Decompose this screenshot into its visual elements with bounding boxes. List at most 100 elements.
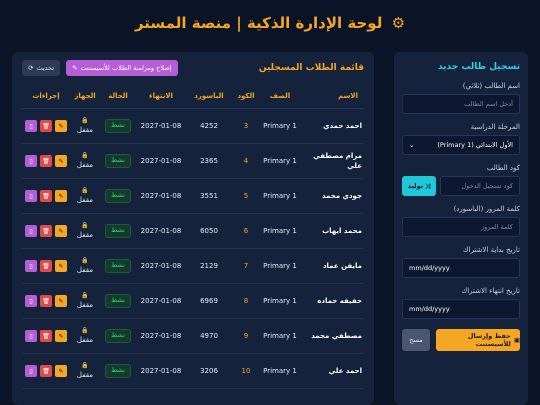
code-input[interactable]: كود تسجيل الدخول bbox=[440, 176, 520, 196]
device-cell: 🔒 مقفل bbox=[70, 108, 100, 144]
name-label: اسم الطالب (ثلاثي) bbox=[462, 82, 520, 90]
grade-select[interactable]: الأول الابتدائي (Primary 1) ⌄ bbox=[402, 135, 520, 155]
device-icon[interactable]: ▯ bbox=[25, 330, 37, 342]
status-badge: نشط bbox=[105, 189, 131, 203]
name-input[interactable]: أدخل اسم الطالب bbox=[402, 94, 520, 114]
column-header: الحالة bbox=[100, 88, 136, 109]
status-cell: نشط bbox=[100, 318, 136, 354]
fix-sync-button[interactable]: ✎ إصلاح ومزامنة الطلاب للأسيستنت bbox=[66, 60, 178, 76]
student-password: 3206 bbox=[186, 353, 232, 389]
column-header: الجهاز bbox=[70, 88, 100, 109]
trash-icon[interactable]: 🗑 bbox=[40, 155, 52, 167]
actions-cell: ▯ 🗑 ✎ bbox=[22, 178, 70, 214]
status-badge: نشط bbox=[105, 294, 131, 308]
edit-icon[interactable]: ✎ bbox=[55, 295, 67, 307]
lock-icon: 🔒 bbox=[81, 362, 89, 370]
status-badge: نشط bbox=[105, 329, 131, 343]
actions-cell: ▯ 🗑 ✎ bbox=[22, 318, 70, 354]
student-password: 6050 bbox=[186, 213, 232, 249]
student-grade: Primary 1 bbox=[260, 143, 300, 179]
column-header: إجراءات bbox=[22, 88, 70, 109]
trash-icon[interactable]: 🗑 bbox=[40, 330, 52, 342]
table-row: حفيفه حماده Primary 1 8 6969 2027-01-08 … bbox=[22, 283, 364, 319]
student-grade: Primary 1 bbox=[260, 213, 300, 249]
student-code: 6 bbox=[232, 213, 260, 249]
status-cell: نشط bbox=[100, 283, 136, 319]
end-date-input[interactable]: mm/dd/yyyy bbox=[402, 299, 520, 319]
student-grade: Primary 1 bbox=[260, 353, 300, 389]
device-icon[interactable]: ▯ bbox=[25, 260, 37, 272]
student-expiry: 2027-01-08 bbox=[136, 283, 186, 319]
grade-field: المرحلة الدراسية الأول الابتدائي (Primar… bbox=[402, 123, 520, 155]
student-password: 4970 bbox=[186, 318, 232, 354]
start-date-input[interactable]: mm/dd/yyyy bbox=[402, 258, 520, 278]
device-icon[interactable]: ▯ bbox=[25, 155, 37, 167]
device-status: مقفل bbox=[76, 161, 94, 170]
device-icon[interactable]: ▯ bbox=[25, 120, 37, 132]
device-icon[interactable]: ▯ bbox=[25, 190, 37, 202]
trash-icon[interactable]: 🗑 bbox=[40, 365, 52, 377]
edit-icon[interactable]: ✎ bbox=[55, 260, 67, 272]
status-cell: نشط bbox=[100, 178, 136, 214]
student-expiry: 2027-01-08 bbox=[136, 108, 186, 144]
student-expiry: 2027-01-08 bbox=[136, 178, 186, 214]
student-code: 10 bbox=[232, 353, 260, 389]
registration-panel: تسجيل طالب جديد اسم الطالب (ثلاثي) أدخل … bbox=[394, 52, 528, 405]
status-cell: نشط bbox=[100, 143, 136, 179]
edit-icon[interactable]: ✎ bbox=[55, 365, 67, 377]
page-title-text: لوحة الإدارة الذكية | منصة المستر bbox=[134, 14, 383, 32]
device-icon[interactable]: ▯ bbox=[25, 225, 37, 237]
header-buttons: ⟳ تحديث ✎ إصلاح ومزامنة الطلاب للأسيستنت bbox=[22, 60, 178, 76]
students-list-panel: قائمة الطلاب المسجلين ⟳ تحديث ✎ إصلاح وم… bbox=[12, 52, 374, 405]
student-code: 7 bbox=[232, 248, 260, 284]
edit-icon[interactable]: ✎ bbox=[55, 155, 67, 167]
column-header: الباسورد bbox=[186, 88, 232, 109]
generate-code-button[interactable]: ⤨ توليد bbox=[402, 176, 436, 196]
refresh-button[interactable]: ⟳ تحديث bbox=[22, 60, 61, 76]
trash-icon[interactable]: 🗑 bbox=[40, 190, 52, 202]
actions-cell: ▯ 🗑 ✎ bbox=[22, 108, 70, 144]
trash-icon[interactable]: 🗑 bbox=[40, 225, 52, 237]
device-status: مقفل bbox=[76, 231, 94, 240]
student-name: مرام مصطفي علي bbox=[300, 143, 364, 179]
grade-label: المرحلة الدراسية bbox=[470, 123, 520, 131]
save-button[interactable]: ▣ حفظ وإرسال للأسيستنت bbox=[436, 329, 520, 351]
device-status: مقفل bbox=[76, 336, 94, 345]
edit-icon[interactable]: ✎ bbox=[55, 330, 67, 342]
start-date-label: تاريخ بداية الاشتراك bbox=[462, 246, 520, 254]
password-input[interactable]: كلمة المرور bbox=[402, 217, 520, 237]
start-date-field: تاريخ بداية الاشتراك mm/dd/yyyy bbox=[402, 246, 520, 278]
lock-icon: 🔒 bbox=[81, 152, 89, 160]
lock-icon: 🔒 bbox=[81, 292, 89, 300]
status-cell: نشط bbox=[100, 213, 136, 249]
device-cell: 🔒 مقفل bbox=[70, 178, 100, 214]
column-header: الانتهاء bbox=[136, 88, 186, 109]
status-badge: نشط bbox=[105, 154, 131, 168]
device-icon[interactable]: ▯ bbox=[25, 295, 37, 307]
clear-button[interactable]: مسح bbox=[402, 329, 430, 351]
student-grade: Primary 1 bbox=[260, 178, 300, 214]
student-code: 9 bbox=[232, 318, 260, 354]
device-cell: 🔒 مقفل bbox=[70, 248, 100, 284]
edit-icon[interactable]: ✎ bbox=[55, 190, 67, 202]
table-row: جودي محمد Primary 1 5 3551 2027-01-08 نش… bbox=[22, 178, 364, 214]
edit-icon[interactable]: ✎ bbox=[55, 225, 67, 237]
status-cell: نشط bbox=[100, 108, 136, 144]
shuffle-icon: ⤨ bbox=[425, 181, 431, 190]
save-icon: ▣ bbox=[513, 336, 520, 344]
column-header: الكود bbox=[232, 88, 260, 109]
student-name: مايفن عماد bbox=[300, 248, 364, 284]
table-row: محمد ايهاب Primary 1 6 6050 2027-01-08 ن… bbox=[22, 213, 364, 249]
registration-title: تسجيل طالب جديد bbox=[437, 62, 520, 72]
trash-icon[interactable]: 🗑 bbox=[40, 260, 52, 272]
form-actions: ▣ حفظ وإرسال للأسيستنت مسح bbox=[402, 329, 520, 351]
student-grade: Primary 1 bbox=[260, 248, 300, 284]
page-title: ⚙ لوحة الإدارة الذكية | منصة المستر bbox=[0, 14, 540, 32]
device-cell: 🔒 مقفل bbox=[70, 213, 100, 249]
edit-icon[interactable]: ✎ bbox=[55, 120, 67, 132]
status-cell: نشط bbox=[100, 248, 136, 284]
device-icon[interactable]: ▯ bbox=[25, 365, 37, 377]
student-grade: Primary 1 bbox=[260, 108, 300, 144]
trash-icon[interactable]: 🗑 bbox=[40, 295, 52, 307]
trash-icon[interactable]: 🗑 bbox=[40, 120, 52, 132]
